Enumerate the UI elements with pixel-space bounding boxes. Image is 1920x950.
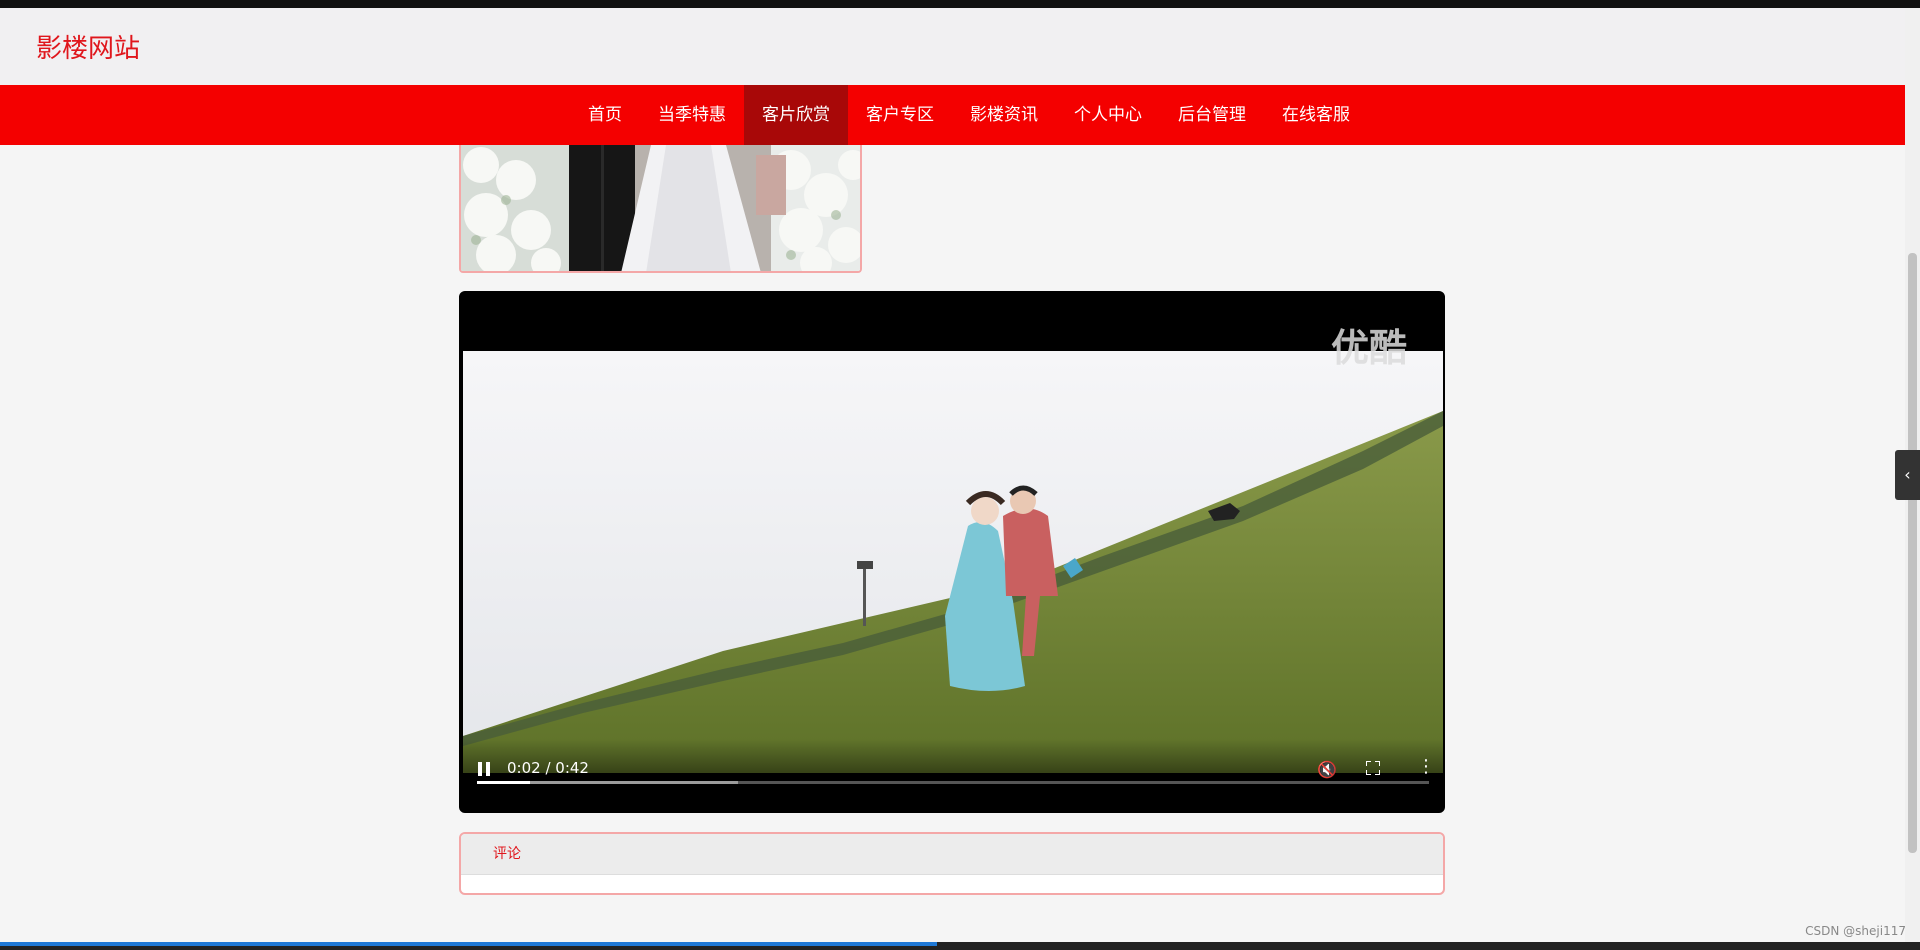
scrollbar-thumb[interactable] — [1908, 253, 1917, 853]
main-navigation: 首页 当季特惠 客片欣赏 客户专区 影楼资讯 个人中心 后台管理 在线客服 — [0, 85, 1905, 145]
more-options-icon[interactable]: ⋮ — [1417, 758, 1435, 776]
nav-item[interactable]: 后台管理 — [1160, 85, 1264, 145]
nav-item[interactable]: 首页 — [570, 85, 640, 145]
video-watermark: 优酷 — [1330, 326, 1407, 370]
fullscreen-icon[interactable] — [1366, 761, 1380, 775]
page-load-progress — [0, 942, 937, 946]
video-player[interactable]: 优酷 0:02 / 0:42 🔇 ⋮ — [459, 291, 1445, 813]
volume-icon[interactable]: 🔇 — [1317, 760, 1337, 779]
nav-items: 首页 当季特惠 客片欣赏 客户专区 影楼资讯 个人中心 后台管理 在线客服 — [570, 85, 1368, 145]
couple-photo-image — [461, 145, 860, 271]
nav-item[interactable]: 客片欣赏 — [744, 85, 848, 145]
side-toggle-tab[interactable]: ‹ — [1895, 450, 1920, 500]
video-progress-bar[interactable] — [477, 781, 1429, 784]
nav-item[interactable]: 在线客服 — [1264, 85, 1368, 145]
video-played — [477, 781, 531, 784]
nav-item[interactable]: 个人中心 — [1056, 85, 1160, 145]
credit-text: CSDN @sheji117 — [1805, 924, 1906, 938]
video-controls: 0:02 / 0:42 🔇 ⋮ — [461, 739, 1443, 811]
nav-item[interactable]: 客户专区 — [848, 85, 952, 145]
video-time: 0:02 / 0:42 — [507, 759, 589, 777]
site-logo[interactable]: 影楼网站 — [36, 34, 140, 64]
video-frame — [463, 351, 1443, 773]
page-footer — [0, 908, 1905, 942]
pause-icon[interactable] — [478, 762, 492, 776]
site-header: 影楼网站 — [0, 8, 1905, 85]
comment-title: 评论 — [461, 834, 1443, 875]
nav-item[interactable]: 影楼资讯 — [952, 85, 1056, 145]
couple-photo[interactable] — [459, 145, 862, 273]
nav-item[interactable]: 当季特惠 — [640, 85, 744, 145]
comment-panel: 评论 — [459, 832, 1445, 895]
window-top-bar — [0, 0, 1920, 8]
